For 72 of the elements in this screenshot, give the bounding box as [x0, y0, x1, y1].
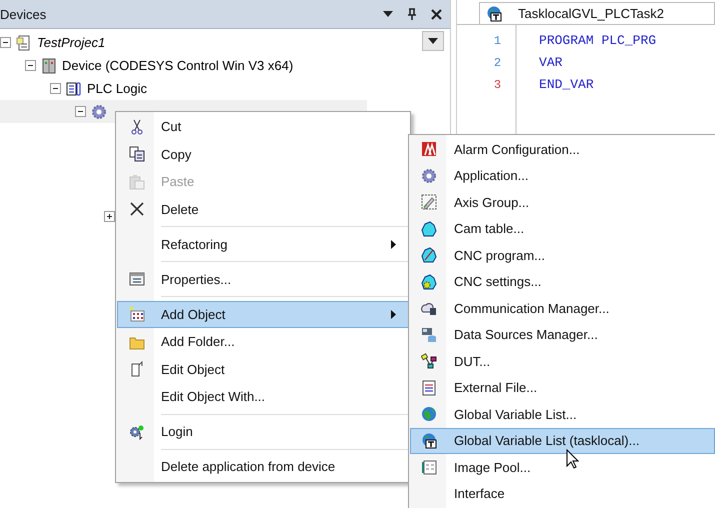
collapse-icon[interactable]	[25, 60, 36, 71]
file-icon	[420, 380, 436, 396]
line-number: 2	[492, 55, 502, 72]
expand-icon[interactable]	[104, 211, 115, 222]
image-list-icon	[420, 459, 436, 476]
document-icon	[16, 34, 32, 50]
menu-item[interactable]: Properties...	[117, 266, 409, 293]
tab-icon	[486, 6, 502, 22]
menu-item[interactable]: Add Folder...	[117, 328, 409, 356]
menu-item[interactable]: Axis Group...	[410, 189, 715, 216]
pin-icon[interactable]	[407, 8, 418, 20]
code-line: PROGRAM PLC_PRG	[539, 32, 656, 50]
menu-item[interactable]: Edit Object	[117, 356, 409, 383]
menu-item[interactable]: Delete application from device	[117, 453, 409, 480]
menu-item[interactable]: Login	[117, 418, 409, 446]
cam-icon	[420, 220, 436, 237]
tree-item[interactable]: Device (CODESYS Control Win V3 x64)	[62, 58, 294, 73]
mouse-cursor-icon	[566, 448, 579, 468]
menu-item[interactable]: Cut	[117, 113, 409, 140]
copy-icon	[129, 146, 145, 162]
device-icon	[41, 58, 57, 74]
tree-item[interactable]: TestProjec1	[37, 35, 106, 50]
line-number: 1	[492, 33, 502, 50]
menu-item[interactable]: Alarm Configuration...	[410, 136, 715, 162]
menu-item[interactable]: Image Pool...	[410, 454, 715, 480]
menu-item[interactable]: Add Object	[117, 300, 409, 328]
menu-item[interactable]: Delete	[117, 196, 409, 223]
panel-title: Devices	[0, 6, 48, 22]
menu-item[interactable]: CNC settings...	[410, 268, 715, 295]
menu-item[interactable]: Communication Manager...	[410, 295, 715, 322]
communication-icon	[420, 300, 436, 316]
menu-item[interactable]: Global Variable List...	[410, 401, 715, 428]
line-number: 3	[492, 77, 502, 94]
properties-icon	[129, 271, 145, 288]
menu-item[interactable]: DUT...	[410, 348, 715, 374]
alarm-icon	[420, 141, 436, 158]
scissors-icon	[129, 118, 145, 135]
globe-icon	[420, 406, 436, 422]
document-icon	[129, 361, 145, 378]
caret-icon	[428, 38, 438, 44]
menu-item[interactable]: Application...	[410, 162, 715, 189]
tree-item[interactable]: PLC Logic	[87, 81, 147, 96]
dropdown-icon[interactable]	[383, 11, 394, 17]
axis-icon	[420, 194, 436, 210]
gear-icon	[420, 168, 436, 184]
gear-icon	[91, 104, 107, 120]
code-line: END_VAR	[539, 76, 595, 94]
collapse-icon[interactable]	[75, 106, 86, 117]
structure-icon	[420, 353, 436, 370]
menu-item[interactable]: Edit Object With...	[117, 383, 409, 410]
grid-icon	[129, 306, 145, 322]
cnc-settings-icon	[420, 274, 436, 290]
menu-item[interactable]: Interface	[410, 480, 715, 507]
collapse-icon[interactable]	[50, 83, 61, 94]
close-icon[interactable]	[431, 8, 442, 20]
collapse-icon[interactable]	[0, 37, 11, 48]
menu-item[interactable]: Refactoring	[117, 230, 409, 258]
delete-icon	[129, 201, 145, 218]
code-line: VAR	[539, 54, 564, 72]
dropdown-button[interactable]	[422, 31, 444, 51]
gears-icon	[129, 424, 145, 440]
menu-item[interactable]: Cam table...	[410, 216, 715, 242]
program-icon	[66, 80, 82, 96]
menu-item[interactable]: External File...	[410, 374, 715, 401]
menu-item[interactable]: Copy	[117, 140, 409, 168]
cnc-icon	[420, 247, 436, 264]
menu-item[interactable]: CNC program...	[410, 242, 715, 268]
menu-item[interactable]: Data Sources Manager...	[410, 322, 715, 348]
editor-tab[interactable]: TasklocalGVL_PLCTask2	[479, 2, 715, 24]
database-icon	[420, 326, 436, 343]
clipboard-icon	[129, 174, 145, 190]
globe-tasklocal-icon	[420, 432, 436, 449]
